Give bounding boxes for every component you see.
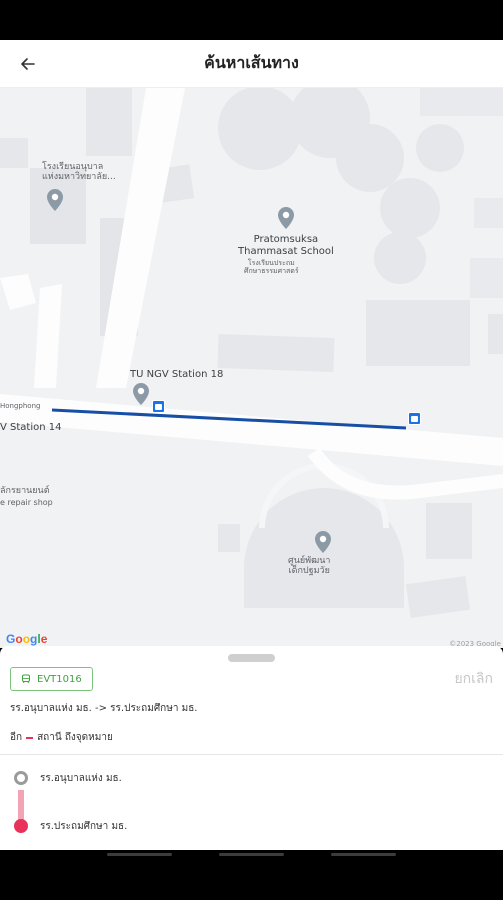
map-label-road: Hongphong — [0, 402, 41, 410]
back-button[interactable] — [12, 48, 44, 80]
origin-label: รร.อนุบาลแห่ง มธ. — [40, 772, 122, 784]
map-pin-icon[interactable] — [277, 206, 295, 230]
map-label-station: TU NGV Station 18 — [130, 369, 224, 380]
map-label-school-main-thai: โรงเรียนประถม ศึกษาธรรมศาสตร์ — [244, 259, 299, 276]
map-label-center: ศูนย์พัฒนา เด็กปฐมวัย — [288, 556, 331, 577]
app-header: ค้นหาเส้นทาง — [0, 40, 503, 88]
nav-indicator — [331, 853, 396, 856]
eta-prefix: อีก — [10, 732, 23, 743]
google-logo: Google — [6, 632, 48, 646]
bus-stop-icon[interactable] — [152, 400, 165, 413]
status-bar — [0, 0, 503, 40]
map-label-repair: e repair shop — [0, 498, 53, 507]
vehicle-id: EVT1016 — [37, 673, 82, 685]
origin-dot-icon — [14, 771, 28, 785]
drag-handle[interactable] — [228, 654, 275, 662]
nav-indicator — [107, 853, 172, 856]
eta-suffix: สถานี ถึงจุดหมาย — [37, 732, 113, 743]
vehicle-chip: EVT1016 — [10, 667, 93, 691]
cancel-button[interactable]: ยกเลิก — [454, 668, 493, 690]
divider — [0, 754, 503, 755]
stop-origin: รร.อนุบาลแห่ง มธ. — [14, 770, 122, 786]
destination-label: รร.ประถมศึกษา มธ. — [40, 820, 128, 832]
map-pin-icon[interactable] — [314, 530, 332, 554]
eta-info: อีก สถานี ถึงจุดหมาย — [10, 730, 113, 745]
map-label-station-road: V Station 14 — [0, 422, 62, 433]
eta-count-placeholder — [26, 736, 34, 739]
page-title: ค้นหาเส้นทาง — [204, 53, 299, 72]
route-summary: รร.อนุบาลแห่ง มธ. -> รร.ประถมศึกษา มธ. — [10, 703, 198, 714]
map-pin-icon[interactable] — [132, 382, 150, 406]
map-label-repair-thai: ลักรยานยนต์ — [0, 486, 50, 496]
stop-destination: รร.ประถมศึกษา มธ. — [14, 818, 127, 834]
destination-dot-icon — [14, 819, 28, 833]
map-label-school-main: Pratomsuksa Thammasat School — [238, 234, 334, 257]
map-label-school-left: โรงเรียนอนุบาล แห่งมหาวิทยาลัย... — [42, 162, 116, 183]
map-view[interactable]: โรงเรียนอนุบาล แห่งมหาวิทยาลัย... Pratom… — [0, 88, 503, 648]
nav-indicator — [219, 853, 284, 856]
route-bottom-sheet: EVT1016 ยกเลิก รร.อนุบาลแห่ง มธ. -> รร.ป… — [0, 646, 503, 850]
bus-icon — [22, 674, 30, 684]
back-arrow-icon — [21, 58, 35, 70]
system-nav-bar — [0, 850, 503, 900]
bus-stop-icon[interactable] — [408, 412, 421, 425]
map-pin-icon[interactable] — [46, 188, 64, 212]
